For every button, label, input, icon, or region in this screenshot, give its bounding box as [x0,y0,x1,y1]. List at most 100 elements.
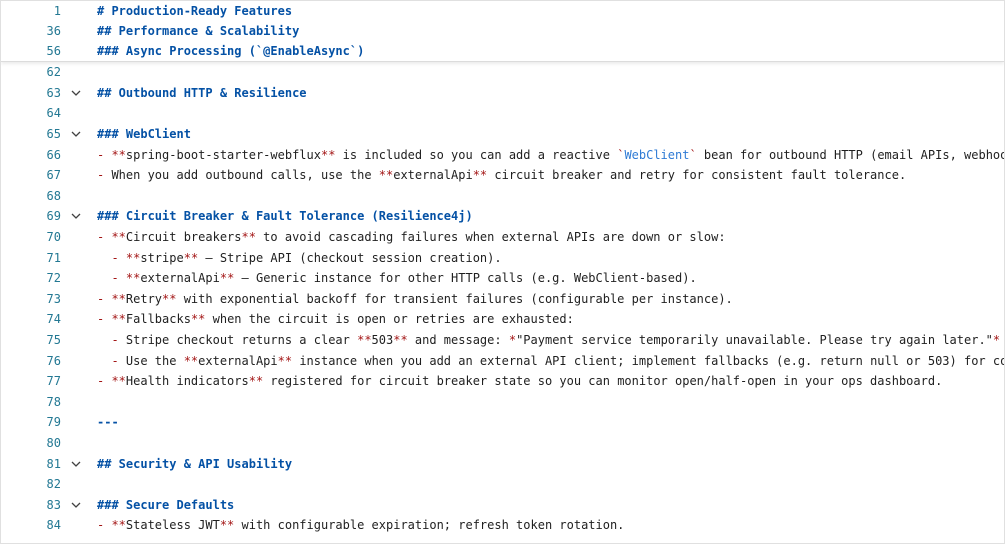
line-content[interactable]: --- [91,415,119,429]
token: ** [111,312,126,327]
code-line[interactable]: 69 ### Circuit Breaker & Fault Tolerance … [1,206,1004,227]
token: ## Outbound HTTP & Resilience [97,85,307,100]
line-number: 69 [46,209,61,224]
line-number: 81 [46,456,61,471]
code-line[interactable]: 82 [1,474,1004,495]
code-lines[interactable]: 62 63 ## Outbound HTTP & Resilience 64 65 ###… [1,62,1004,536]
line-content[interactable]: ## Security & API Usability [91,457,292,471]
fold-chevron-down-icon[interactable] [61,499,91,511]
line-number: 74 [46,312,61,327]
line-content[interactable]: ## Performance & Scalability [91,24,299,38]
token: ** [357,333,372,348]
token: * [508,333,517,348]
line-content[interactable]: - **Stateless JWT** with configurable ex… [91,518,624,532]
token: externalApi [140,271,220,286]
token: ** [241,230,256,245]
line-content[interactable]: ### WebClient [91,127,191,141]
token: Health indicators [125,374,249,389]
code-line[interactable]: 62 [1,62,1004,83]
line-content[interactable]: - **spring-boot-starter-webflux** is inc… [91,147,1004,162]
token: stripe [140,250,184,265]
token: externalApi [198,353,278,368]
line-content[interactable]: - Use the **externalApi** instance when … [91,353,1004,368]
token: ** [111,230,126,245]
code-line[interactable]: 71 - **stripe** — Stripe API (checkout s… [1,247,1004,268]
code-line[interactable]: 63 ## Outbound HTTP & Resilience [1,83,1004,104]
token: ** [111,374,126,389]
line-content[interactable]: ### Secure Defaults [91,498,234,512]
token: externalApi [393,168,473,183]
token: circuit breaker and retry for consistent… [487,168,907,183]
line-content[interactable]: # Production-Ready Features [91,4,292,18]
sticky-line[interactable]: 1 # Production-Ready Features [1,1,1004,21]
code-line[interactable]: 73 - **Retry** with exponential backoff f… [1,289,1004,310]
code-line[interactable]: 74 - **Fallbacks** when the circuit is op… [1,309,1004,330]
code-line[interactable]: 68 [1,186,1004,207]
code-line[interactable]: 66 - **spring-boot-starter-webflux** is i… [1,144,1004,165]
code-line[interactable]: 78 [1,392,1004,413]
token: ** [472,168,488,183]
token: Use the [125,353,184,368]
token: ** [183,250,199,265]
line-number: 82 [46,477,61,492]
token: WebClient [624,147,690,162]
line-number: 56 [46,44,61,58]
sticky-scroll-header[interactable]: 1 # Production-Ready Features 36 ## Perform… [1,1,1004,62]
token: - [97,250,126,265]
code-line[interactable]: 80 [1,433,1004,454]
line-content[interactable]: - **stripe** — Stripe API (checkout sess… [91,250,501,265]
token: When you add outbound calls, use the [111,168,379,183]
sticky-line[interactable]: 36 ## Performance & Scalability [1,21,1004,41]
code-line[interactable]: 64 [1,103,1004,124]
token: when the circuit is open or retries are … [205,312,574,327]
line-content[interactable]: - **externalApi** — Generic instance for… [91,271,696,286]
token: Fallbacks [125,312,191,327]
code-line[interactable]: 72 - **externalApi** — Generic instance … [1,268,1004,289]
editor-pane[interactable]: 1 # Production-Ready Features 36 ## Perform… [0,0,1005,544]
token: - [97,374,112,389]
line-content[interactable]: ### Circuit Breaker & Fault Tolerance (R… [91,209,473,223]
code-line[interactable]: 79 --- [1,412,1004,433]
line-number: 84 [46,518,61,533]
token: ** [183,353,199,368]
token: - [97,333,126,348]
token: is included so you can add a reactive [335,147,618,162]
line-content[interactable]: - When you add outbound calls, use the *… [91,168,906,182]
line-number: 68 [46,188,61,203]
token: --- [97,415,119,430]
line-content[interactable]: - Stripe checkout returns a clear **503*… [91,333,1000,347]
code-line[interactable]: 77 - **Health indicators** registered for… [1,371,1004,392]
line-content[interactable]: ## Outbound HTTP & Resilience [91,86,307,100]
token: Circuit breakers [125,230,242,245]
fold-chevron-down-icon[interactable] [61,87,91,99]
line-content[interactable]: - **Fallbacks** when the circuit is open… [91,312,574,326]
code-line[interactable]: 83 ### Secure Defaults [1,494,1004,515]
token: - [97,291,112,306]
line-number: 70 [46,230,61,245]
code-line[interactable]: 76 - Use the **externalApi** instance wh… [1,350,1004,371]
fold-chevron-down-icon[interactable] [61,210,91,222]
code-line[interactable]: 67 - When you add outbound calls, use the… [1,165,1004,186]
token: ** [190,312,206,327]
line-number: 66 [46,147,61,162]
token: * [992,333,1001,348]
code-line[interactable]: 84 - **Stateless JWT** with configurable … [1,515,1004,536]
fold-chevron-down-icon[interactable] [61,458,91,470]
line-number: 63 [46,85,61,100]
token: 503 [371,333,394,348]
line-content[interactable]: - **Circuit breakers** to avoid cascadin… [91,230,726,244]
token: - [97,312,112,327]
code-line[interactable]: 75 - Stripe checkout returns a clear **5… [1,330,1004,351]
line-number: 79 [46,415,61,430]
code-line[interactable]: 65 ### WebClient [1,124,1004,145]
code-line[interactable]: 81 ## Security & API Usability [1,453,1004,474]
line-content[interactable]: - **Health indicators** registered for c… [91,374,942,388]
sticky-line[interactable]: 56 ### Async Processing (`@EnableAsync`) [1,41,1004,61]
line-number: 36 [46,24,61,38]
line-content[interactable]: ### Async Processing (`@EnableAsync`) [91,44,364,58]
token: ** [378,168,394,183]
code-line[interactable]: 70 - **Circuit breakers** to avoid cascad… [1,227,1004,248]
token: - [97,271,126,286]
line-content[interactable]: - **Retry** with exponential backoff for… [91,292,733,306]
fold-chevron-down-icon[interactable] [61,128,91,140]
